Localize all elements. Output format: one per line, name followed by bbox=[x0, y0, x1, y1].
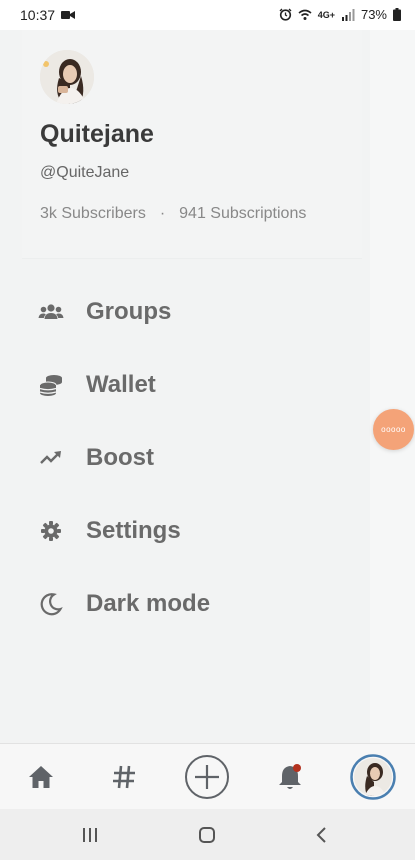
wallet-icon bbox=[38, 372, 64, 398]
network-type: 4G+ bbox=[317, 9, 335, 20]
home-icon bbox=[29, 766, 53, 788]
gear-icon bbox=[38, 518, 64, 544]
nav-notifications-button[interactable] bbox=[260, 744, 320, 810]
battery-icon bbox=[393, 8, 401, 21]
nav-home-button[interactable] bbox=[11, 744, 71, 810]
nav-discover-button[interactable] bbox=[94, 744, 154, 810]
subscribers-count[interactable]: 3k Subscribers bbox=[40, 205, 146, 223]
trending-up-icon bbox=[38, 445, 64, 471]
home-system-button[interactable] bbox=[177, 809, 237, 860]
menu-item-dark-mode[interactable]: Dark mode bbox=[38, 582, 338, 626]
menu-label-boost: Boost bbox=[86, 444, 154, 471]
status-bar: 10:37 4G+ 73% bbox=[0, 0, 415, 30]
bell-icon bbox=[279, 764, 301, 789]
nav-profile-button[interactable] bbox=[343, 744, 403, 810]
signal-icon bbox=[341, 8, 355, 21]
menu-label-dark-mode: Dark mode bbox=[86, 590, 211, 617]
profile-avatar[interactable] bbox=[40, 50, 94, 104]
android-system-nav bbox=[0, 809, 415, 860]
stats-separator: · bbox=[159, 205, 166, 222]
menu-item-wallet[interactable]: Wallet bbox=[38, 363, 338, 407]
hashtag-icon bbox=[113, 765, 135, 789]
moon-icon bbox=[38, 591, 64, 617]
profile-avatar-icon bbox=[350, 754, 396, 800]
back-button[interactable] bbox=[292, 809, 352, 860]
battery-percent: 73% bbox=[360, 7, 387, 22]
menu-item-settings[interactable]: Settings bbox=[38, 509, 338, 553]
back-chevron-icon bbox=[316, 826, 326, 843]
groups-icon bbox=[38, 299, 64, 325]
video-camera-icon bbox=[61, 11, 76, 19]
home-square-icon bbox=[199, 826, 215, 843]
menu-label-settings: Settings bbox=[86, 517, 181, 544]
add-circle-icon bbox=[185, 755, 229, 799]
alarm-icon bbox=[279, 8, 292, 21]
menu-item-boost[interactable]: Boost bbox=[38, 436, 338, 480]
status-right: 4G+ 73% bbox=[279, 7, 401, 22]
drawer-overlay[interactable] bbox=[370, 30, 415, 743]
status-left: 10:37 bbox=[20, 7, 76, 23]
menu-item-groups[interactable]: Groups bbox=[38, 290, 338, 334]
recents-icon bbox=[83, 827, 97, 842]
recents-button[interactable] bbox=[60, 809, 120, 860]
floating-chat-button[interactable]: ooooo bbox=[373, 409, 414, 450]
subscriptions-count[interactable]: 941 Subscriptions bbox=[179, 205, 306, 223]
profile-name: Quitejane bbox=[40, 120, 154, 148]
bottom-nav bbox=[0, 743, 415, 810]
wifi-icon bbox=[298, 9, 312, 20]
profile-stats: 3k Subscribers · 941 Subscriptions bbox=[40, 205, 306, 223]
menu-label-wallet: Wallet bbox=[86, 371, 156, 398]
avatar-photo bbox=[40, 50, 94, 104]
status-time: 10:37 bbox=[20, 7, 56, 23]
menu-label-groups: Groups bbox=[86, 298, 172, 325]
nav-compose-button[interactable] bbox=[177, 744, 237, 810]
floating-button-text: ooooo bbox=[381, 425, 406, 434]
profile-handle: @QuiteJane bbox=[40, 164, 130, 181]
